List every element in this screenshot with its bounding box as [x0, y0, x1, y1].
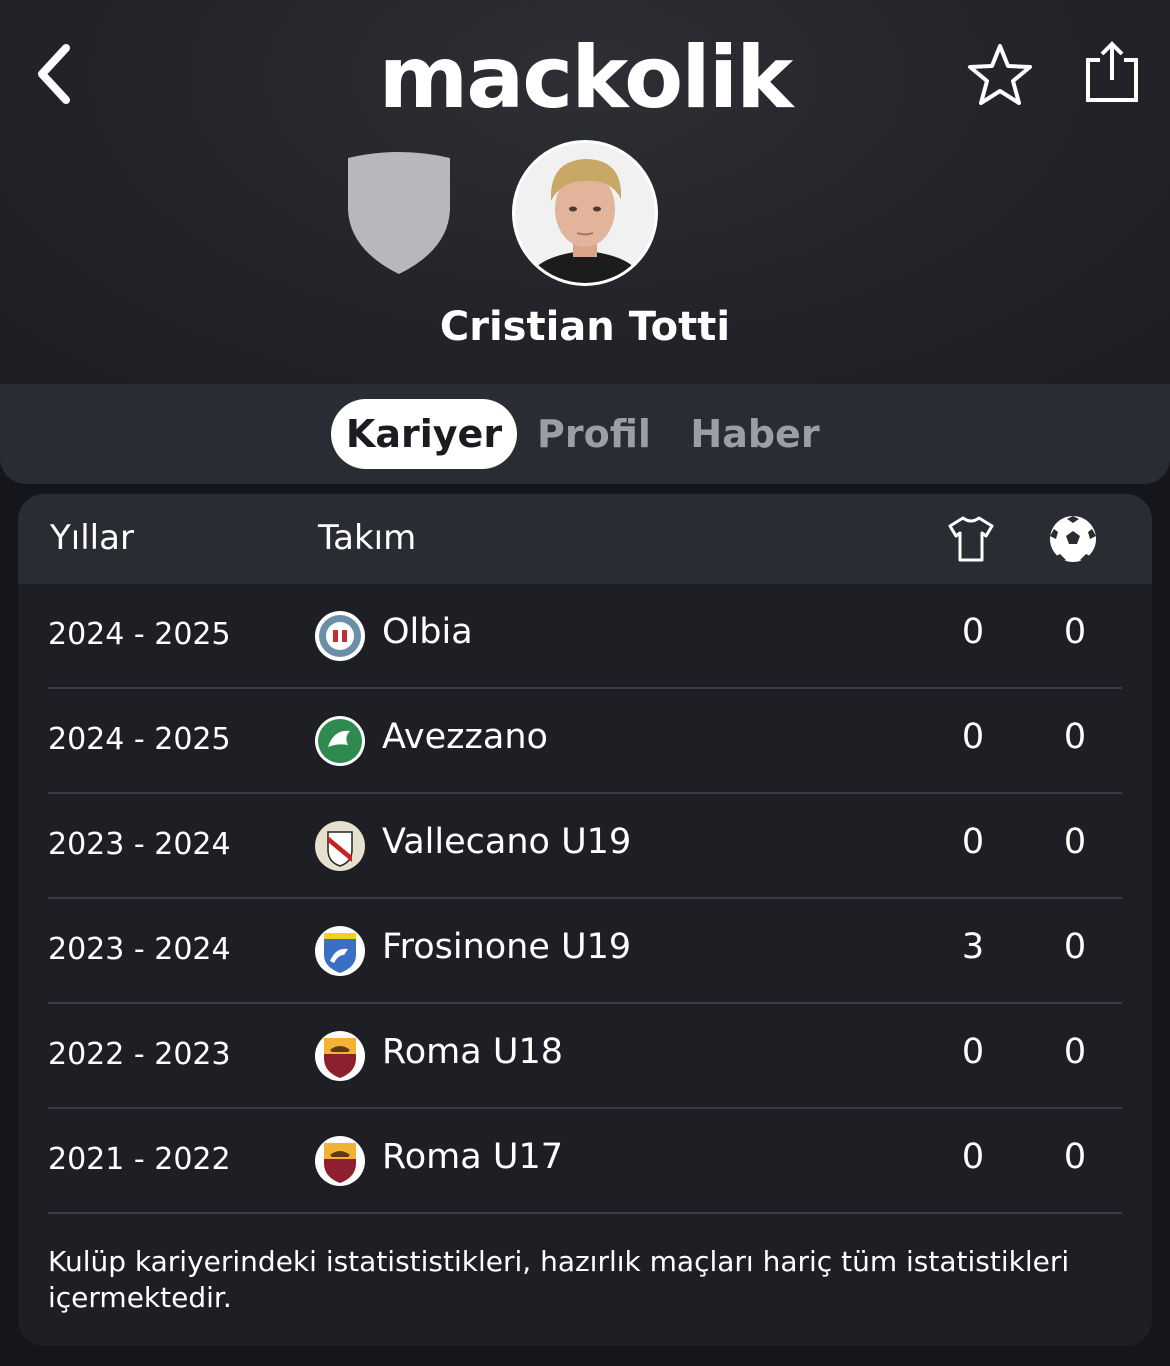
row-goals: 0	[1063, 1137, 1087, 1177]
player-photo	[515, 143, 655, 283]
table-footnote: Kulüp kariyerindeki istatististikleri, h…	[48, 1245, 1070, 1314]
row-appearances: 0	[961, 1032, 985, 1072]
row-team: Frosinone U19	[382, 927, 632, 967]
row-team: Roma U18	[382, 1032, 563, 1072]
favorite-star-icon[interactable]	[966, 42, 1034, 108]
row-years: 2023 - 2024	[48, 932, 231, 967]
row-goals: 0	[1063, 822, 1087, 862]
player-avatar	[512, 140, 658, 286]
row-years: 2022 - 2023	[48, 1037, 231, 1072]
table-row[interactable]: 2024 - 2025 Olbia 0 0	[48, 584, 1122, 689]
roma-crest-icon	[315, 1031, 365, 1081]
row-years: 2024 - 2025	[48, 617, 231, 652]
header-years: Yıllar	[50, 518, 134, 558]
career-table: Yıllar Takım 2024 - 2025 Olbia 0 0 2024 …	[18, 494, 1152, 1346]
tab-profil[interactable]: Profil	[530, 399, 658, 469]
team-crest-placeholder-icon	[348, 152, 450, 274]
olbia-crest-icon	[315, 611, 365, 661]
table-row[interactable]: 2024 - 2025 Avezzano 0 0	[48, 689, 1122, 794]
header-team: Takım	[318, 518, 417, 558]
row-team: Avezzano	[382, 717, 548, 757]
table-row[interactable]: 2023 - 2024 Vallecano U19 0 0	[48, 794, 1122, 899]
table-row[interactable]: 2022 - 2023 Roma U18 0 0	[48, 1004, 1122, 1109]
row-years: 2021 - 2022	[48, 1142, 231, 1177]
table-header: Yıllar Takım	[18, 494, 1152, 584]
table-row[interactable]: 2021 - 2022 Roma U17 0 0	[48, 1109, 1122, 1214]
row-team: Vallecano U19	[382, 822, 632, 862]
row-appearances: 0	[961, 822, 985, 862]
ball-icon	[1050, 516, 1096, 562]
tab-haber[interactable]: Haber	[684, 399, 826, 469]
shirt-icon	[948, 516, 994, 562]
avezzano-crest-icon	[315, 716, 365, 766]
row-appearances: 0	[961, 1137, 985, 1177]
row-team: Olbia	[382, 612, 473, 652]
share-icon[interactable]	[1084, 40, 1140, 104]
tab-kariyer[interactable]: Kariyer	[331, 399, 517, 469]
row-appearances: 0	[961, 612, 985, 652]
player-name: Cristian Totti	[439, 304, 731, 350]
row-years: 2023 - 2024	[48, 827, 231, 862]
row-team: Roma U17	[382, 1137, 563, 1177]
vallecano-crest-icon	[315, 821, 365, 871]
table-row[interactable]: 2023 - 2024 Frosinone U19 3 0	[48, 899, 1122, 1004]
player-header: mackolik Cristian Totti	[0, 0, 1170, 384]
roma-crest-icon	[315, 1136, 365, 1186]
frosinone-crest-icon	[315, 926, 365, 976]
row-appearances: 0	[961, 717, 985, 757]
row-years: 2024 - 2025	[48, 722, 231, 757]
row-goals: 0	[1063, 717, 1087, 757]
row-appearances: 3	[961, 927, 985, 967]
row-goals: 0	[1063, 612, 1087, 652]
row-goals: 0	[1063, 927, 1087, 967]
row-goals: 0	[1063, 1032, 1087, 1072]
tab-bar: Kariyer Profil Haber	[0, 384, 1170, 484]
